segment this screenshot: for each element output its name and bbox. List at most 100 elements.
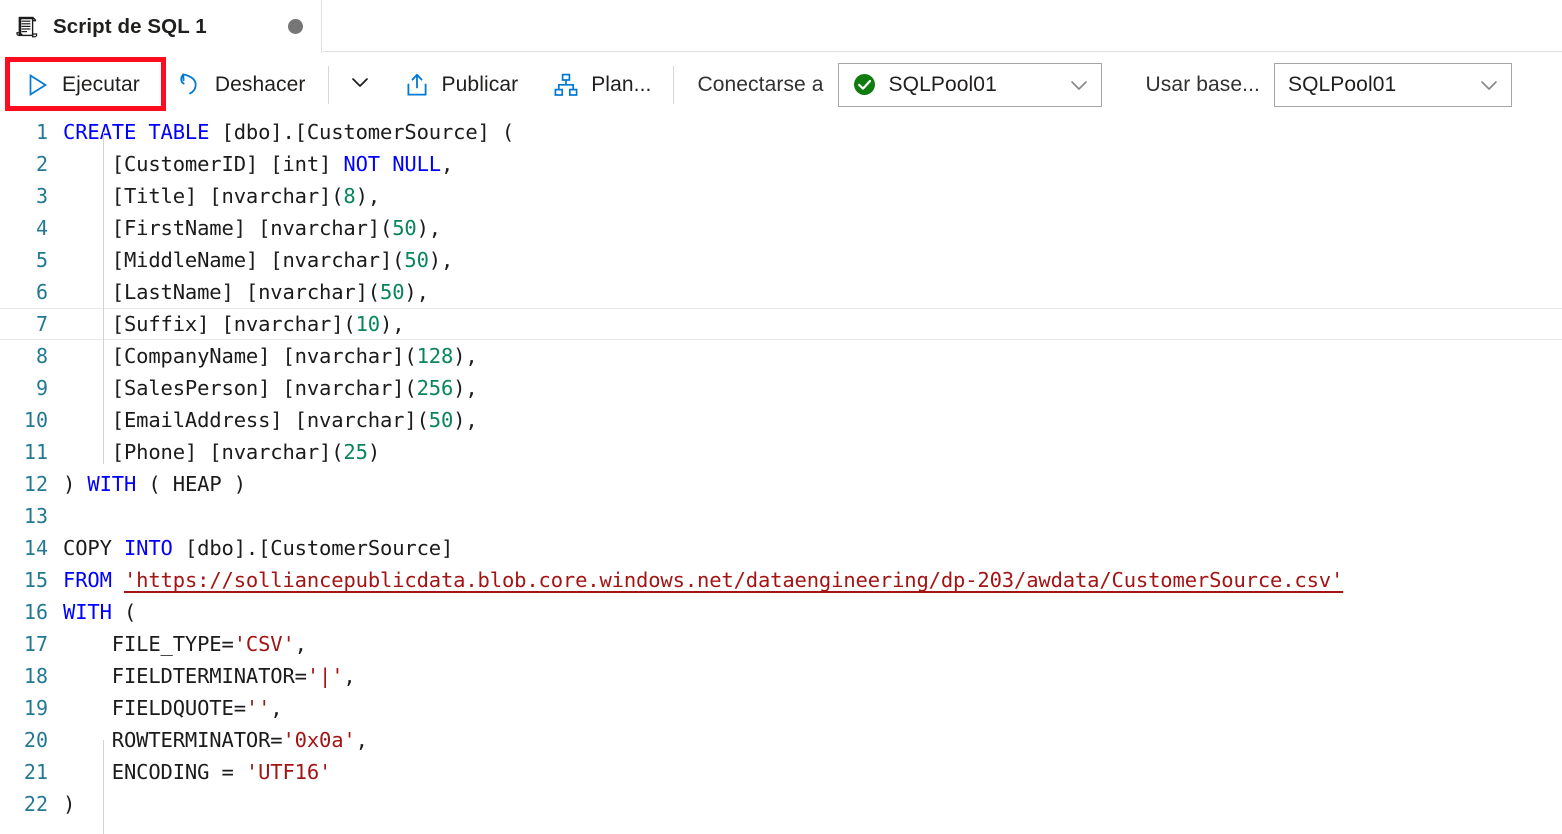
code-token: INTO — [123, 536, 173, 560]
connect-to-dropdown[interactable]: SQLPool01 — [837, 62, 1102, 107]
chevron-down-icon — [1477, 73, 1501, 97]
code-line[interactable]: 1 CREATE TABLE [dbo].[CustomerSource] ( — [0, 116, 1562, 148]
play-triangle-icon — [23, 71, 51, 99]
code-line[interactable]: 14 COPY INTO [dbo].[CustomerSource] — [0, 532, 1562, 564]
code-line-text: ROWTERMINATOR='0x0a', — [62, 728, 368, 752]
line-number: 5 — [35, 248, 48, 272]
code-token: 8 — [343, 184, 356, 208]
code-line[interactable]: 4 [FirstName] [nvarchar](50), — [0, 212, 1562, 244]
code-line[interactable]: 18 FIELDTERMINATOR='|', — [0, 660, 1562, 692]
code-line[interactable]: 22) — [0, 788, 1562, 820]
code-token: , — [343, 664, 356, 688]
code-line[interactable]: 20 ROWTERMINATOR='0x0a', — [0, 724, 1562, 756]
green-check-circle-icon — [852, 72, 877, 97]
undo-button[interactable]: Deshacer — [165, 63, 317, 107]
code-line[interactable]: 21 ENCODING = 'UTF16' — [0, 756, 1562, 788]
indent-guide — [103, 740, 104, 834]
code-token: [FirstName] [nvarchar]( — [63, 216, 393, 240]
code-line[interactable]: 19 FIELDQUOTE='', — [0, 692, 1562, 724]
code-line[interactable]: 9 [SalesPerson] [nvarchar](256), — [0, 372, 1562, 404]
code-line[interactable]: 10 [EmailAddress] [nvarchar](50), — [0, 404, 1562, 436]
code-token: ), — [453, 376, 478, 400]
code-token: [MiddleName] [nvarchar]( — [63, 248, 405, 272]
undo-arrow-icon — [176, 71, 204, 99]
code-line[interactable]: 15 FROM 'https://solliancepublicdata.blob… — [0, 564, 1562, 596]
code-line[interactable]: 13 — [0, 500, 1562, 532]
undo-more-button[interactable] — [340, 63, 380, 107]
code-line[interactable]: 6 [LastName] [nvarchar](50), — [0, 276, 1562, 308]
code-line-text: [CompanyName] [nvarchar](128), — [62, 344, 478, 368]
code-token: '0x0a' — [282, 728, 356, 752]
tab-script-de-sql-1[interactable]: Script de SQL 1 — [0, 0, 322, 53]
line-number: 4 — [35, 216, 48, 240]
code-token: , — [294, 632, 307, 656]
code-line[interactable]: 5 [MiddleName] [nvarchar](50), — [0, 244, 1562, 276]
query-plan-button[interactable]: Plan... — [541, 63, 662, 107]
code-token: ), — [453, 344, 478, 368]
toolbar-divider-2 — [673, 65, 675, 104]
toolbar-divider-1 — [327, 65, 329, 104]
code-token: 50 — [380, 280, 405, 304]
code-token[interactable]: 'https://solliancepublicdata.blob.core.w… — [124, 568, 1343, 592]
code-token: ) — [367, 440, 381, 464]
code-line-text: FIELDTERMINATOR='|', — [62, 664, 356, 688]
line-number: 12 — [23, 472, 48, 496]
code-line[interactable]: 8 [CompanyName] [nvarchar](128), — [0, 340, 1562, 372]
line-number: 2 — [35, 152, 48, 176]
code-token: NOT NULL — [343, 152, 441, 176]
run-button[interactable]: Ejecutar — [12, 63, 151, 107]
code-line-text: [CustomerID] [int] NOT NULL, — [62, 152, 454, 176]
code-token: ( HEAP ) — [136, 472, 246, 496]
code-token: [dbo].[CustomerSource] — [172, 536, 454, 560]
code-token: ), — [404, 280, 429, 304]
publish-button[interactable]: Publicar — [392, 63, 530, 107]
line-number: 7 — [35, 312, 48, 336]
code-token: COPY — [63, 536, 124, 560]
tab-title: Script de SQL 1 — [53, 14, 207, 38]
line-number: 20 — [23, 728, 48, 752]
code-lines-container: 1 CREATE TABLE [dbo].[CustomerSource] (2 … — [0, 116, 1562, 820]
chevron-down-icon — [348, 70, 372, 99]
code-token: [CustomerID] [int] — [63, 152, 344, 176]
code-line[interactable]: 7 [Suffix] [nvarchar](10), — [0, 308, 1562, 340]
code-token: CREATE TABLE — [63, 120, 210, 144]
line-number: 8 — [35, 344, 48, 368]
code-line-text: WITH ( — [62, 600, 136, 624]
code-line-text: FIELDQUOTE='', — [62, 696, 283, 720]
code-token: '' — [245, 696, 271, 720]
code-line-text: ) WITH ( HEAP ) — [62, 472, 246, 496]
connect-to-value: SQLPool01 — [888, 72, 997, 96]
code-token: ), — [416, 216, 442, 240]
code-line[interactable]: 2 [CustomerID] [int] NOT NULL, — [0, 148, 1562, 180]
code-line[interactable]: 3 [Title] [nvarchar](8), — [0, 180, 1562, 212]
code-line-text: COPY INTO [dbo].[CustomerSource] — [62, 536, 453, 560]
code-token: WITH — [63, 600, 112, 624]
code-line-text: CREATE TABLE [dbo].[CustomerSource] ( — [62, 120, 514, 144]
code-token: [Suffix] [nvarchar]( — [63, 312, 356, 336]
code-token: 128 — [416, 344, 454, 368]
code-token: ), — [355, 184, 381, 208]
code-token: [SalesPerson] [nvarchar]( — [63, 376, 417, 400]
editor-toolbar: Ejecutar Deshacer Publicar Plan... Conec… — [0, 53, 1562, 116]
use-database-dropdown[interactable]: SQLPool01 — [1273, 62, 1512, 107]
code-line-text: [SalesPerson] [nvarchar](256), — [62, 376, 478, 400]
code-token: ), — [453, 408, 478, 432]
code-token: [Title] [nvarchar]( — [63, 184, 344, 208]
code-token: ), — [380, 312, 405, 336]
code-line[interactable]: 17 FILE_TYPE='CSV', — [0, 628, 1562, 660]
code-line[interactable]: 11 [Phone] [nvarchar](25) — [0, 436, 1562, 468]
code-line[interactable]: 16 WITH ( — [0, 596, 1562, 628]
code-token: ENCODING = — [63, 760, 246, 784]
code-token: [Phone] [nvarchar]( — [63, 440, 344, 464]
connect-to-label: Conectarse a — [697, 72, 824, 96]
code-line-text: [MiddleName] [nvarchar](50), — [62, 248, 454, 272]
line-number: 13 — [23, 504, 48, 528]
code-token: FIELDQUOTE= — [63, 696, 246, 720]
code-token: FIELDTERMINATOR= — [63, 664, 307, 688]
code-line-text: [FirstName] [nvarchar](50), — [62, 216, 441, 240]
code-token: 50 — [404, 248, 429, 272]
sql-code-editor[interactable]: 1 CREATE TABLE [dbo].[CustomerSource] (2 … — [0, 116, 1562, 834]
code-line[interactable]: 12 ) WITH ( HEAP ) — [0, 468, 1562, 500]
tab-strip-empty-area — [323, 0, 1562, 52]
